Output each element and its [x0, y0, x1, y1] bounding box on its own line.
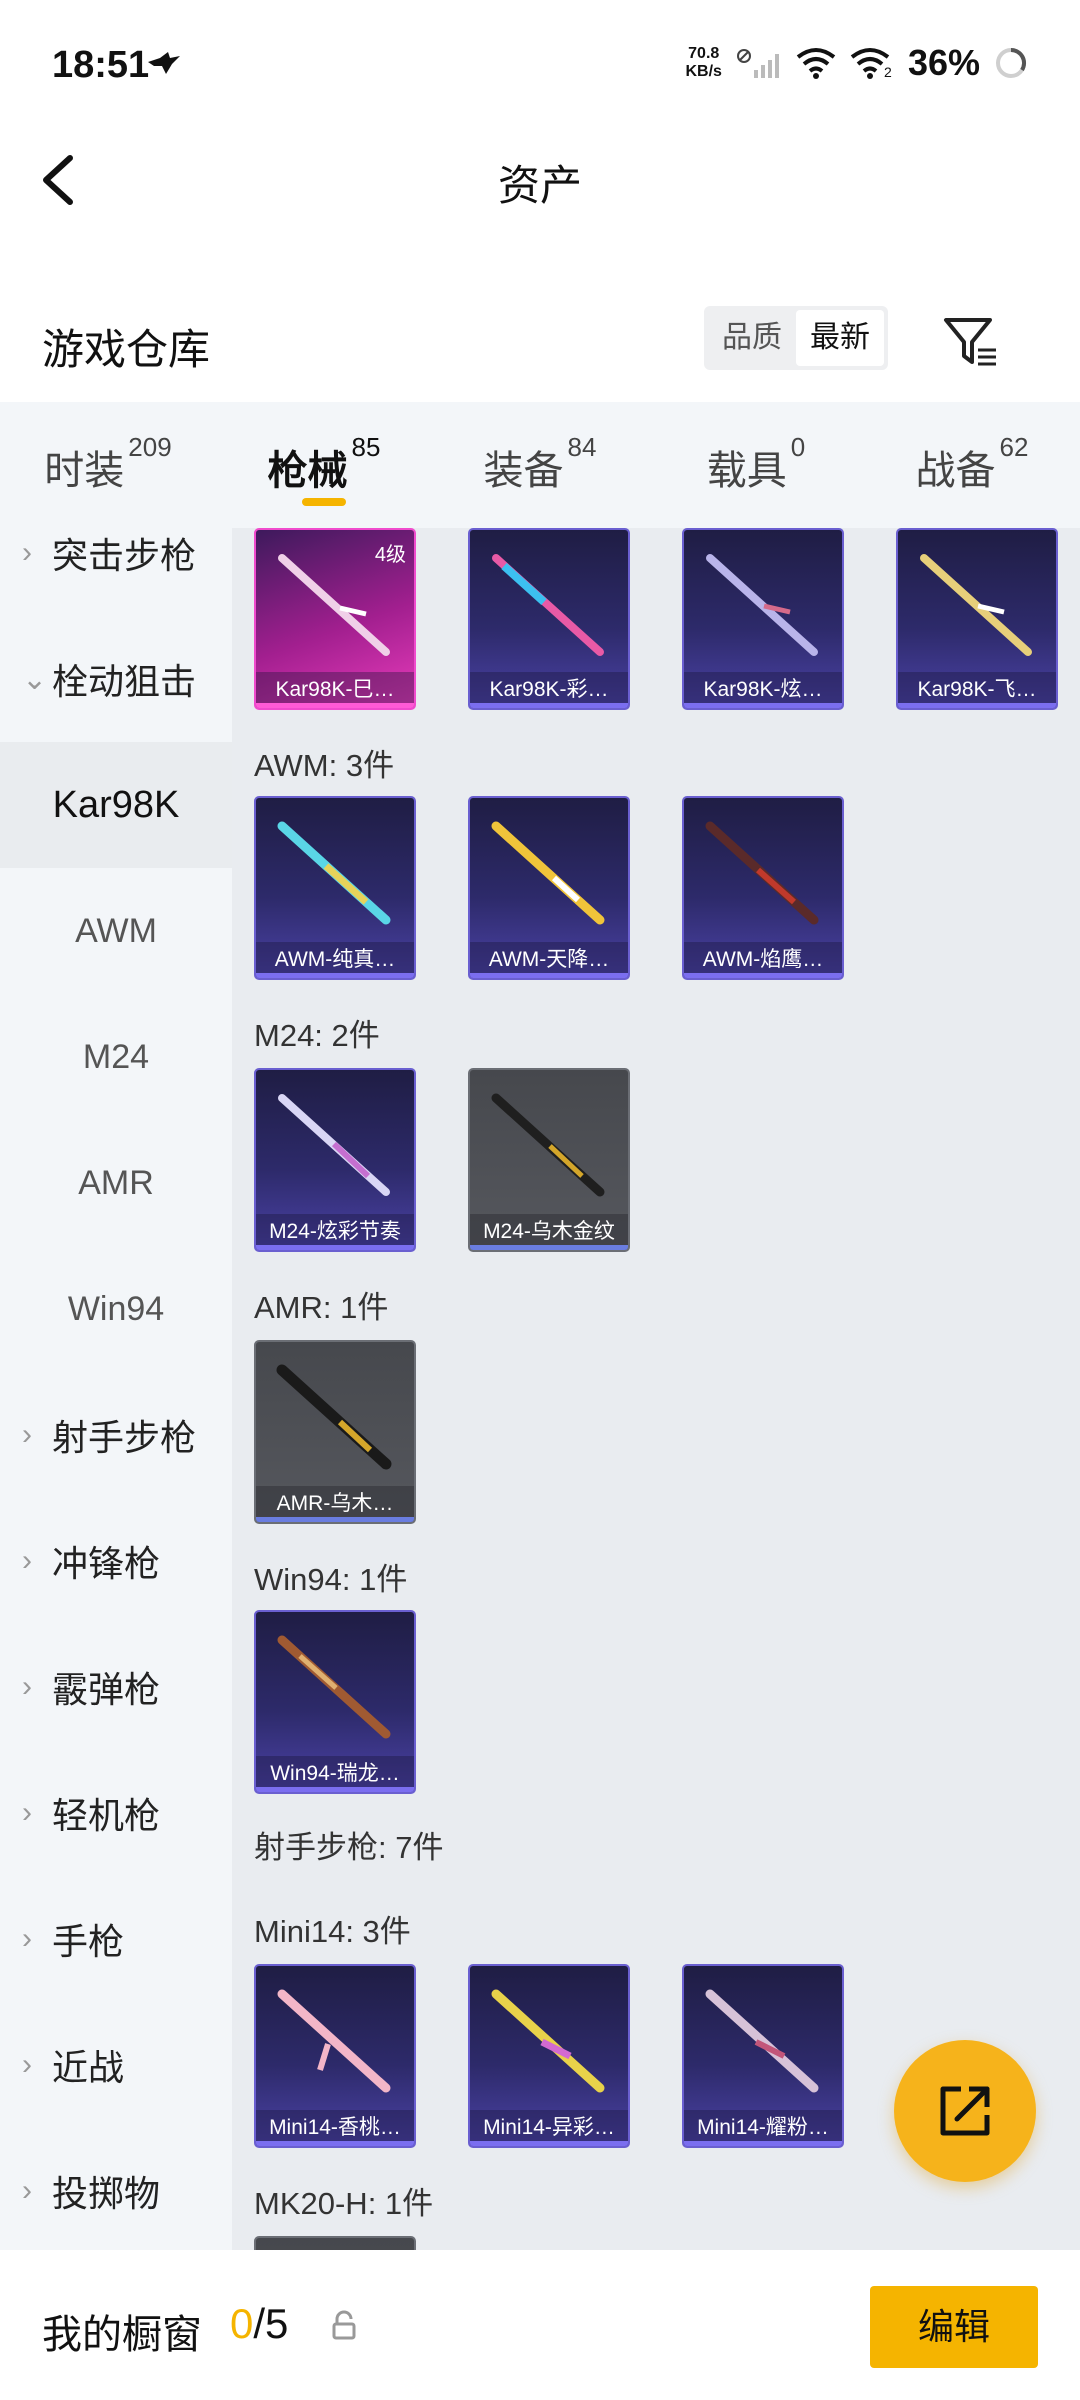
- rifle-skin-icon: [278, 1094, 390, 1196]
- section-label-mk20h: MK20-H: 1件: [254, 2186, 434, 2221]
- bird-notification-icon: [148, 52, 180, 74]
- tab-battle-prep[interactable]: 战备62: [864, 402, 1080, 528]
- chevron-right-icon: ›: [22, 1922, 32, 1955]
- weapon-card[interactable]: 4级 Kar98K-巳…: [254, 528, 416, 710]
- rifle-skin-icon: [492, 554, 604, 656]
- tab-vehicles[interactable]: 载具0: [648, 402, 864, 528]
- sidebar-item-lmg[interactable]: › 轻机枪: [0, 1750, 232, 1876]
- tab-guns[interactable]: 枪械85: [216, 402, 432, 528]
- sidebar-item-bolt-sniper[interactable]: ⌄ 栓动狙击: [0, 616, 232, 742]
- section-label-awm: AWM: 3件: [254, 748, 395, 783]
- page-title: 资产: [497, 162, 582, 209]
- edit-button[interactable]: 编辑: [870, 2286, 1038, 2368]
- sidebar-item-m24[interactable]: M24: [0, 994, 232, 1120]
- rifle-skin-icon: [491, 821, 605, 925]
- page-header: 资产: [0, 130, 1080, 230]
- chevron-down-icon: ⌄: [22, 662, 48, 696]
- rifle-skin-icon: [491, 1093, 605, 1197]
- weapon-card[interactable]: AWM-纯真…: [254, 796, 416, 980]
- net-speed: 70.8 KB/s: [685, 45, 722, 80]
- signal-icon: [736, 49, 779, 78]
- sort-toggle: 品质 最新: [704, 306, 888, 370]
- rifle-skin-icon: [705, 1989, 819, 2093]
- chevron-right-icon: ›: [22, 1544, 32, 1577]
- warehouse-row: 游戏仓库 品质 最新: [0, 280, 1080, 400]
- chevron-right-icon: ›: [22, 1418, 32, 1451]
- weapon-card[interactable]: Kar98K-炫…: [682, 528, 844, 710]
- warehouse-title: 游戏仓库: [42, 326, 211, 373]
- svg-text:2: 2: [884, 64, 892, 79]
- weapon-card[interactable]: M24-炫彩节奏: [254, 1068, 416, 1252]
- chevron-right-icon: ›: [22, 2048, 32, 2081]
- weapon-card[interactable]: Mini14-异彩…: [468, 1964, 630, 2148]
- chevron-right-icon: ›: [22, 2174, 32, 2207]
- section-label-amr: AMR: 1件: [254, 1290, 389, 1325]
- status-right: 70.8 KB/s 2 36%: [685, 42, 1028, 84]
- rifle-skin-icon: [276, 1364, 392, 1470]
- sort-quality-button[interactable]: 品质: [708, 310, 796, 366]
- weapon-card[interactable]: Mini14-耀粉…: [682, 1964, 844, 2148]
- weapon-card[interactable]: Mini14-香桃…: [254, 1964, 416, 2148]
- sidebar-item-shotgun[interactable]: › 霰弹枪: [0, 1624, 232, 1750]
- rifle-skin-icon: [706, 554, 818, 656]
- section-label-win94: Win94: 1件: [254, 1562, 408, 1597]
- filter-icon[interactable]: [940, 312, 1000, 372]
- rifle-skin-icon: [277, 1635, 391, 1739]
- status-bar: 18:51 70.8 KB/s 2 36%: [0, 0, 1080, 130]
- sidebar-item-assault-rifle[interactable]: › 突击步枪: [0, 528, 232, 616]
- weapon-card[interactable]: Kar98K-彩…: [468, 528, 630, 710]
- weapon-card[interactable]: M24-乌木金纹: [468, 1068, 630, 1252]
- sidebar-item-pistol[interactable]: › 手枪: [0, 1876, 232, 2002]
- weapon-card[interactable]: Win94-瑞龙…: [254, 1610, 416, 1794]
- sidebar-item-melee[interactable]: › 近战: [0, 2002, 232, 2128]
- tab-equipment[interactable]: 装备84: [432, 402, 648, 528]
- chevron-right-icon: ›: [22, 1670, 32, 1703]
- tab-fashion[interactable]: 时装209: [0, 402, 216, 528]
- sidebar-item-smg[interactable]: › 冲锋枪: [0, 1498, 232, 1624]
- lock-icon: [332, 2310, 356, 2340]
- chevron-right-icon: ›: [22, 1796, 32, 1829]
- rifle-skin-icon: [277, 821, 391, 925]
- sort-latest-button[interactable]: 最新: [796, 310, 884, 366]
- rifle-skin-icon: [705, 821, 819, 925]
- share-external-icon: [940, 2086, 990, 2136]
- battery-ring-icon: [996, 47, 1027, 78]
- gun-type-sidebar: › 突击步枪 ⌄ 栓动狙击 Kar98K AWM M24 AMR Win94 › 射手…: [0, 528, 232, 2250]
- section-label-m24: M24: 2件: [254, 1018, 380, 1053]
- section-label-mini14: Mini14: 3件: [254, 1914, 411, 1949]
- sidebar-item-dmr[interactable]: › 射手步枪: [0, 1372, 232, 1498]
- share-fab[interactable]: [894, 2040, 1036, 2182]
- sidebar-item-win94[interactable]: Win94: [0, 1246, 232, 1372]
- section-label-dmr: 射手步枪: 7件: [254, 1830, 444, 1865]
- sidebar-item-kar98k[interactable]: Kar98K: [0, 742, 232, 868]
- weapon-grid: 4级 Kar98K-巳… Kar98K-彩… Kar98K-炫… Kar98K-…: [232, 528, 1080, 2250]
- sidebar-item-amr[interactable]: AMR: [0, 1120, 232, 1246]
- showcase-title: 我的橱窗: [42, 2313, 202, 2357]
- battery-percent: 36%: [907, 42, 980, 83]
- wifi-icon: [796, 48, 836, 79]
- weapon-card[interactable]: Kar98K-飞…: [896, 528, 1058, 710]
- rifle-skin-icon: [920, 554, 1032, 656]
- showcase-bar: 我的橱窗 0/5 编辑: [0, 2250, 1080, 2400]
- status-time: 18:51: [52, 44, 150, 86]
- rifle-skin-icon: [277, 1989, 391, 2093]
- rifle-skin-icon: [491, 1989, 605, 2093]
- chevron-right-icon: ›: [22, 536, 32, 569]
- weapon-card[interactable]: AWM-焰鹰…: [682, 796, 844, 980]
- weapon-card[interactable]: AWM-天降…: [468, 796, 630, 980]
- weapon-card[interactable]: AMR-乌木…: [254, 1340, 416, 1524]
- sidebar-item-awm[interactable]: AWM: [0, 868, 232, 994]
- showcase-count: 0/5: [230, 2300, 289, 2347]
- wifi-2-icon: 2: [850, 48, 892, 79]
- weapon-card[interactable]: [254, 2236, 416, 2250]
- sidebar-item-throwables[interactable]: › 投掷物: [0, 2128, 232, 2250]
- category-tabs: 时装209 枪械85 装备84 载具0 战备62: [0, 402, 1080, 528]
